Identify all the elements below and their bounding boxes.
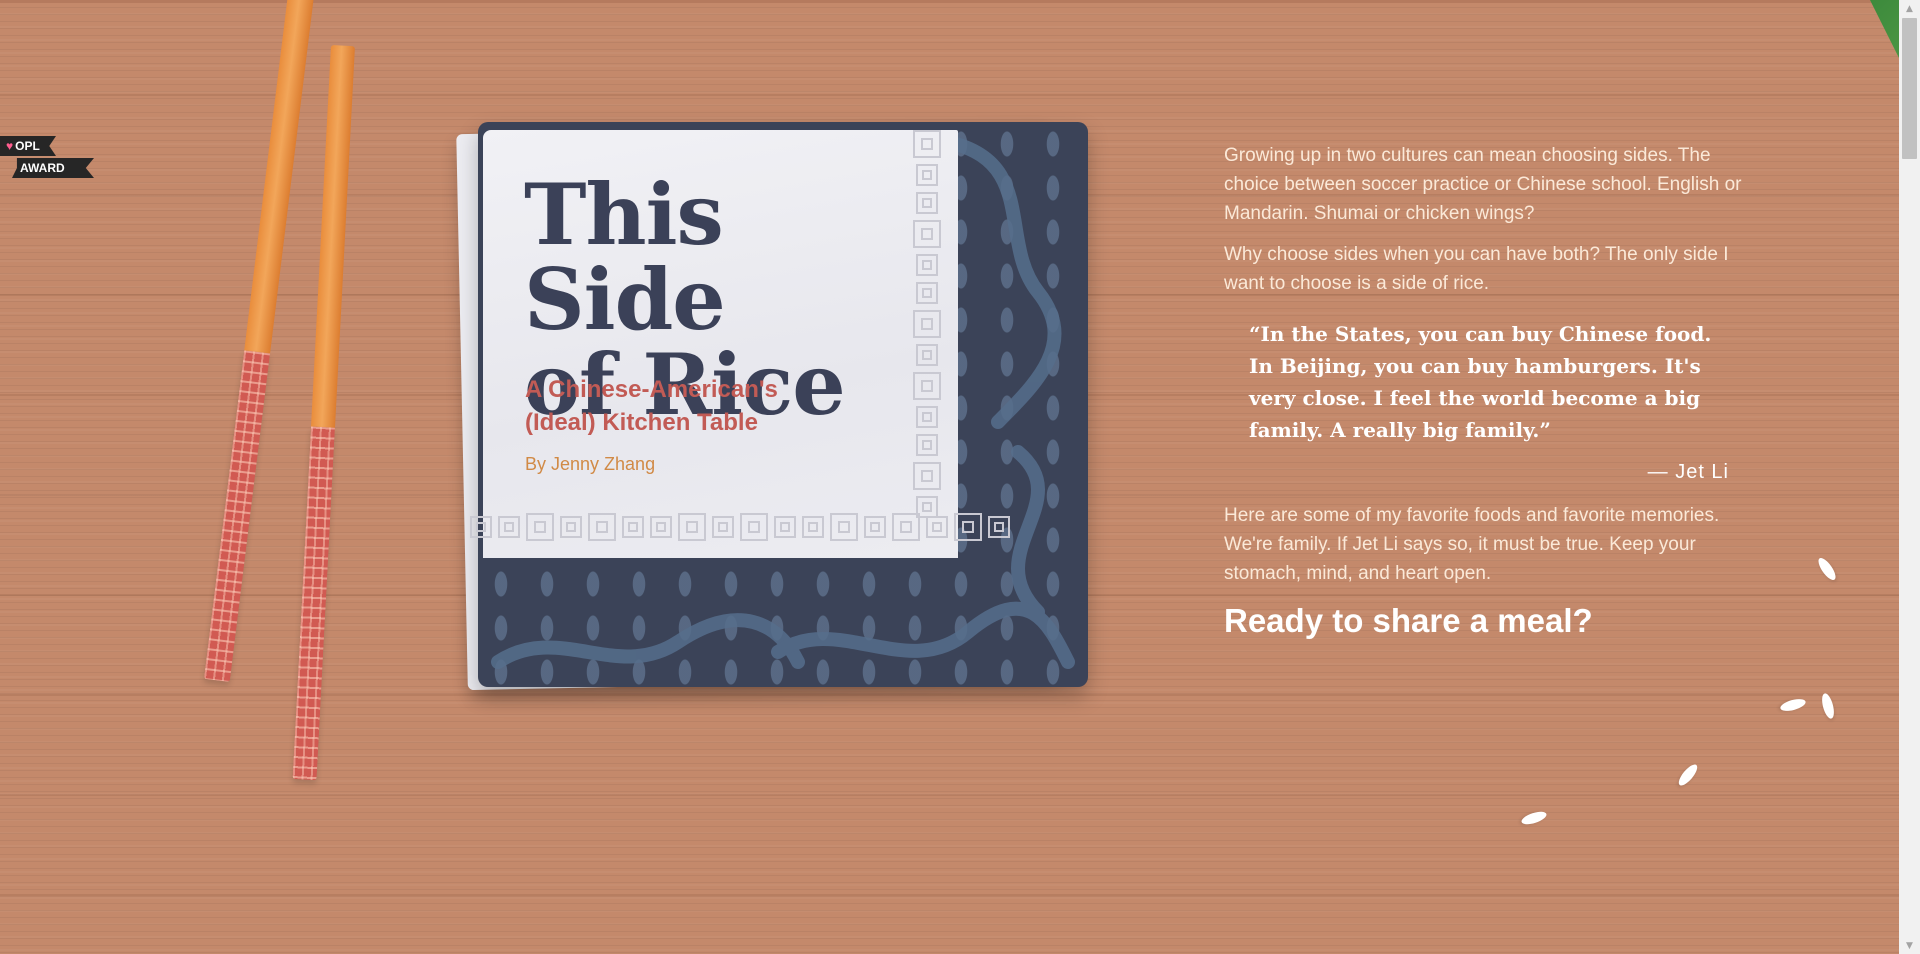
arrow-down-icon[interactable]: ▼ bbox=[1899, 937, 1920, 954]
heart-icon: ♥ bbox=[6, 139, 14, 153]
opl-award-badge[interactable]: ♥ OPL AWARD bbox=[0, 136, 94, 178]
award-line1: OPL bbox=[15, 139, 40, 153]
intro-paragraph-2: Why choose sides when you can have both?… bbox=[1224, 244, 1729, 294]
award-ribbon-bottom: AWARD bbox=[12, 158, 94, 178]
author-byline: By Jenny Zhang bbox=[525, 454, 656, 474]
award-ribbon-top: ♥ OPL bbox=[0, 136, 56, 156]
chopstick-grip bbox=[203, 350, 271, 683]
chopstick-tip bbox=[310, 45, 355, 428]
chopstick-left bbox=[203, 0, 314, 683]
chopstick-right bbox=[292, 45, 355, 781]
rice-grain bbox=[1675, 761, 1701, 789]
intro-column: Growing up in two cultures can mean choo… bbox=[1224, 141, 1764, 639]
quote-text: “In the States, you can buy Chinese food… bbox=[1249, 322, 1712, 442]
rice-grain bbox=[1819, 692, 1837, 720]
fret-border-right bbox=[906, 130, 948, 558]
intro-paragraph-1: Growing up in two cultures can mean choo… bbox=[1224, 145, 1742, 224]
chopstick-tip bbox=[244, 0, 314, 354]
subtitle-line-2: (Ideal) Kitchen Table bbox=[525, 409, 758, 436]
vertical-scrollbar[interactable]: ▲ ▼ bbox=[1899, 0, 1920, 954]
chopstick-grip bbox=[292, 426, 335, 781]
share-meal-heading: Ready to share a meal? bbox=[1224, 602, 1593, 639]
title-line-1: This Side bbox=[524, 165, 726, 349]
fret-border-bottom bbox=[470, 508, 1010, 546]
top-edge bbox=[0, 0, 1899, 3]
quote-attribution: — Jet Li bbox=[1647, 461, 1729, 483]
rice-grain bbox=[1520, 809, 1548, 827]
arrow-up-icon[interactable]: ▲ bbox=[1899, 0, 1920, 17]
page-subtitle: A Chinese-American's (Ideal) Kitchen Tab… bbox=[525, 373, 855, 439]
page-canvas: ♥ OPL AWARD This Side of Rice A Chinese-A… bbox=[0, 0, 1899, 954]
subtitle-line-1: A Chinese-American's bbox=[525, 376, 778, 403]
leaf-corner-decoration bbox=[1870, 0, 1899, 120]
rice-grain bbox=[1815, 555, 1839, 583]
jet-li-quote: “In the States, you can buy Chinese food… bbox=[1249, 318, 1729, 487]
rice-grain bbox=[1779, 696, 1807, 714]
intro-paragraph-3: Here are some of my favorite foods and f… bbox=[1224, 505, 1720, 584]
scrollbar-thumb[interactable] bbox=[1902, 18, 1917, 159]
